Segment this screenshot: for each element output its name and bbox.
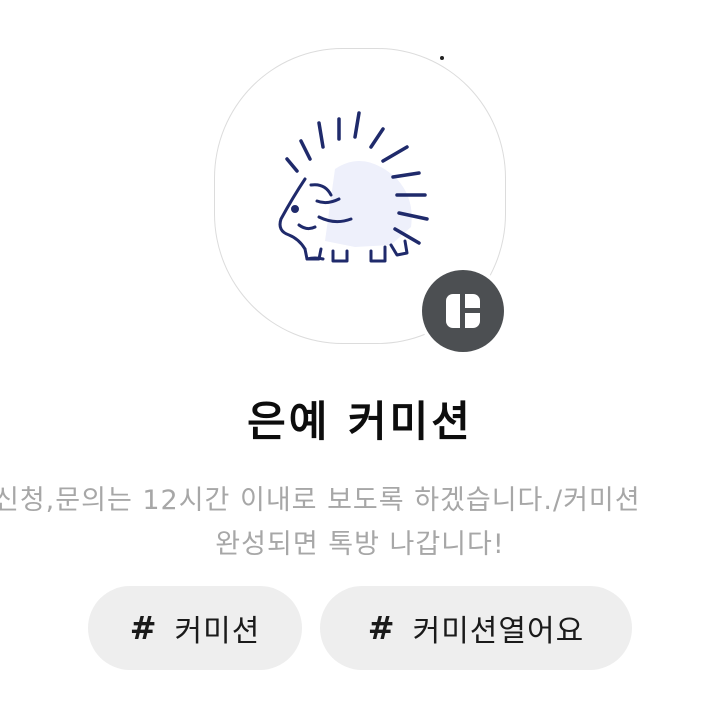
profile-page: 은예 커미션 신청,문의는 12시간 이내로 보도록 하겠습니다./커미션 완성…: [0, 0, 720, 720]
profile-description-line-2: 완성되면 톡방 나갑니다!: [215, 529, 505, 560]
tag-chip-commission[interactable]: # 커미션: [88, 586, 302, 670]
channel-badge[interactable]: [418, 266, 508, 356]
profile-description-line-1: 신청,문의는 12시간 이내로 보도록 하겠습니다./커미션: [0, 485, 641, 516]
profile-name: 은예 커미션: [247, 397, 473, 446]
tag-chip-commission-open[interactable]: # 커미션열어요: [320, 586, 632, 670]
tag-label: 커미션열어요: [412, 614, 585, 649]
kakao-channel-icon: [446, 294, 480, 328]
profile-image-container: [214, 48, 508, 356]
channel-badge-background: [422, 270, 504, 352]
hashtag-icon: #: [129, 609, 157, 647]
hashtag-icon: #: [367, 609, 395, 647]
tag-label: 커미션: [174, 614, 261, 649]
